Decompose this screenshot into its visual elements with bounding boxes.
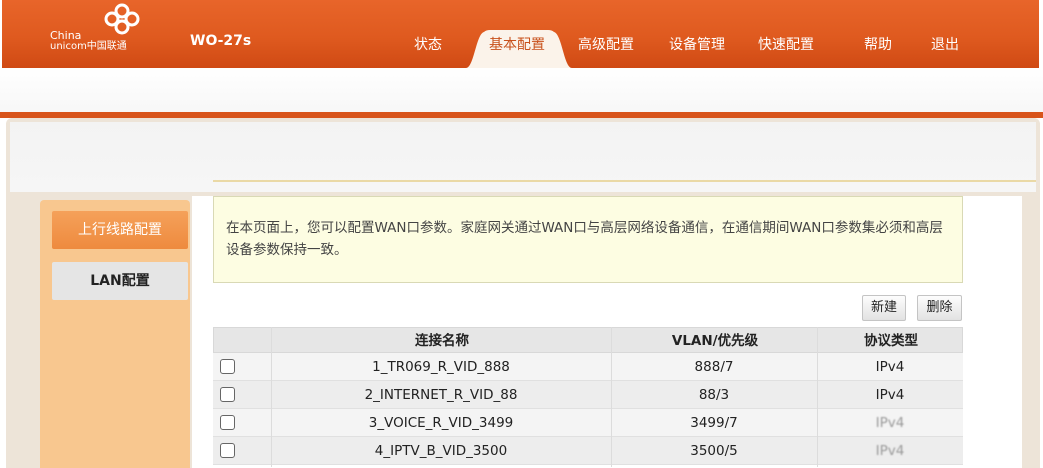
row-checkbox[interactable] (220, 443, 235, 458)
table-header: 连接名称 VLAN/优先级 协议类型 (213, 327, 963, 353)
row-connection-name: 1_TR069_R_VID_888 (372, 359, 510, 375)
logo-text-line1: China (50, 29, 82, 42)
sidebar-item-lan-config[interactable]: LAN配置 (52, 262, 188, 300)
unicom-logo: China unicom中国联通 (50, 0, 160, 68)
row-vlan: 888/7 (694, 359, 734, 375)
column-separator (611, 327, 612, 467)
delete-button[interactable]: 删除 (917, 295, 962, 321)
row-protocol: IPv4 (875, 387, 905, 403)
router-admin-page: China unicom中国联通 WO-27s 状态 高级配置 设备管理 快速配… (0, 0, 1043, 468)
table-row: 4_IPTV_B_VID_3500 3500/5 IPv4 (213, 437, 963, 465)
content-top-divider (213, 180, 1036, 182)
row-connection-name: 2_INTERNET_R_VID_88 (364, 387, 518, 403)
nav-quick-config[interactable]: 快速配置 (758, 34, 814, 54)
logo-text-line2: unicom中国联通 (50, 41, 127, 52)
column-header-name: 连接名称 (415, 333, 469, 349)
subheader-band (0, 68, 1043, 114)
row-vlan: 88/3 (698, 387, 730, 403)
column-header-protocol: 协议类型 (864, 333, 918, 349)
column-separator (817, 327, 818, 467)
column-header-vlan: VLAN/优先级 (671, 333, 759, 349)
device-model: WO-27s (190, 33, 252, 49)
nav-status[interactable]: 状态 (414, 34, 442, 54)
nav-logout[interactable]: 退出 (931, 34, 959, 54)
nav-help[interactable]: 帮助 (864, 34, 892, 54)
new-button[interactable]: 新建 (862, 295, 906, 321)
row-checkbox[interactable] (220, 415, 235, 430)
info-text: 在本页面上，您可以配置WAN口参数。家庭网关通过WAN口与高层网络设备通信，在通… (226, 220, 943, 258)
row-vlan: 3500/5 (690, 443, 738, 459)
row-connection-name: 4_IPTV_B_VID_3500 (374, 443, 508, 459)
table-row: 3_VOICE_R_VID_3499 3499/7 IPv4 (213, 409, 963, 437)
table-row: 1_TR069_R_VID_888 888/7 IPv4 (213, 353, 963, 381)
row-protocol: IPv4 (875, 359, 905, 375)
nav-device-management[interactable]: 设备管理 (669, 34, 725, 54)
row-protocol: IPv4 (875, 415, 905, 431)
sidebar-item-wan-config[interactable]: 上行线路配置 (52, 211, 188, 249)
row-checkbox[interactable] (220, 359, 235, 374)
row-connection-name: 3_VOICE_R_VID_3499 (368, 415, 514, 431)
row-protocol: IPv4 (875, 443, 905, 459)
row-checkbox[interactable] (220, 387, 235, 402)
nav-basic-config[interactable]: 基本配置 (489, 34, 545, 54)
table-row: 2_INTERNET_R_VID_88 88/3 IPv4 (213, 381, 963, 409)
column-separator (271, 327, 272, 467)
row-vlan: 3499/7 (690, 415, 738, 431)
nav-advanced-config[interactable]: 高级配置 (578, 34, 634, 54)
